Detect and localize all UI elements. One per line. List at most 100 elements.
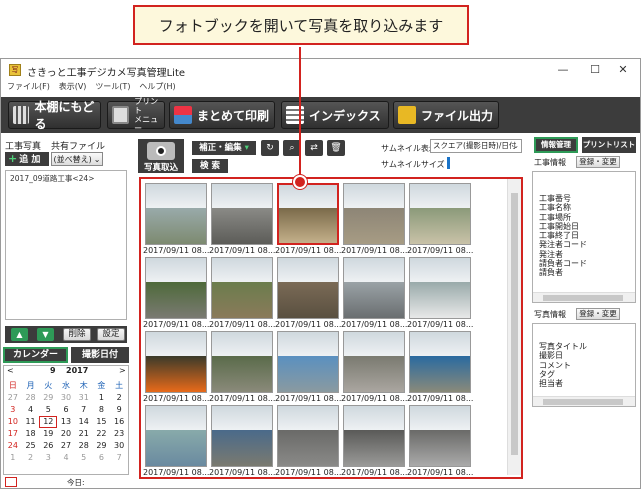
calendar-day[interactable]: 25	[22, 440, 40, 452]
file-output-button[interactable]: ファイル出力	[393, 101, 499, 129]
move-up-button[interactable]: ▲	[11, 328, 28, 341]
print-menu-button[interactable]: プリント メニュー	[107, 97, 165, 133]
index-button[interactable]: インデックス	[281, 101, 389, 129]
folder-node[interactable]: 2017_09道路工事<24>	[10, 173, 95, 184]
calendar-day[interactable]: 15	[93, 416, 111, 428]
horizontal-scrollbar[interactable]	[533, 396, 635, 406]
calendar-day[interactable]: 17	[4, 428, 22, 440]
tab-info-management[interactable]: 情報管理	[534, 137, 578, 153]
calendar-day[interactable]: 27	[4, 392, 22, 404]
import-photos-button[interactable]: 写真取込	[138, 139, 184, 173]
edit-correct-button[interactable]: 補正・編集 ▾	[192, 141, 256, 155]
calendar-day[interactable]: 22	[93, 428, 111, 440]
calendar-day[interactable]: 3	[4, 404, 22, 416]
calendar-day[interactable]: 1	[93, 392, 111, 404]
calendar-day[interactable]: 14	[75, 416, 93, 428]
photo-thumbnail[interactable]	[145, 183, 207, 245]
calendar-day[interactable]: 7	[75, 404, 93, 416]
calendar-day[interactable]: 11	[22, 416, 40, 428]
delete-folder-button[interactable]: 削除	[63, 328, 91, 341]
maximize-button[interactable]: ☐	[581, 62, 609, 78]
photo-thumbnail[interactable]	[277, 257, 339, 319]
calendar-day[interactable]: 12	[39, 416, 58, 428]
next-month-button[interactable]: >	[119, 366, 126, 375]
calendar-day[interactable]: 30	[57, 392, 75, 404]
photo-thumbnail[interactable]	[277, 183, 339, 245]
prev-month-button[interactable]: <	[7, 366, 14, 375]
calendar-day[interactable]: 6	[57, 404, 75, 416]
calendar-day[interactable]: 18	[22, 428, 40, 440]
calendar-day[interactable]: 27	[57, 440, 75, 452]
calendar-day[interactable]: 4	[57, 452, 75, 464]
calendar-day[interactable]: 5	[39, 404, 57, 416]
photo-thumbnail[interactable]	[343, 183, 405, 245]
tab-print-list[interactable]: プリントリスト	[582, 137, 636, 153]
calendar-day[interactable]: 20	[57, 428, 75, 440]
calendar-day[interactable]: 5	[75, 452, 93, 464]
tab-shared-files[interactable]: 共有ファイル	[51, 139, 105, 152]
sort-select[interactable]: (並べ替え) ⌄	[51, 152, 103, 166]
photo-thumbnail[interactable]	[277, 405, 339, 467]
calendar-day[interactable]: 23	[110, 428, 128, 440]
settings-button[interactable]: 設定	[97, 328, 125, 341]
horizontal-scrollbar[interactable]	[533, 292, 635, 302]
calendar-day[interactable]: 10	[4, 416, 22, 428]
batch-print-button[interactable]: まとめて印刷	[169, 101, 275, 129]
calendar-day[interactable]: 31	[75, 392, 93, 404]
calendar-day[interactable]: 2	[110, 392, 128, 404]
tab-calendar[interactable]: カレンダー	[3, 347, 68, 363]
tab-construction-photos[interactable]: 工事写真	[5, 139, 41, 152]
tab-shoot-date[interactable]: 撮影日付	[71, 347, 129, 363]
trash-icon[interactable]: 🗑	[327, 140, 345, 156]
scrollbar-thumb[interactable]	[511, 193, 518, 455]
photo-thumbnail[interactable]	[211, 405, 273, 467]
close-button[interactable]: ✕	[609, 62, 637, 78]
back-to-shelf-button[interactable]: 本棚にもどる	[8, 100, 101, 131]
photo-thumbnail[interactable]	[211, 331, 273, 393]
photo-thumbnail[interactable]	[211, 257, 273, 319]
calendar-day[interactable]: 29	[39, 392, 57, 404]
thumbnail-display-select[interactable]: スクエア(撮影日時)/日付 ⌄	[430, 139, 522, 153]
search-button[interactable]: 検 索	[192, 159, 228, 173]
calendar-day[interactable]: 24	[4, 440, 22, 452]
swap-icon[interactable]: ⇄	[305, 140, 323, 156]
menu-view[interactable]: 表示(V)	[59, 81, 87, 92]
calendar-day[interactable]: 28	[75, 440, 93, 452]
menu-help[interactable]: ヘルプ(H)	[139, 81, 175, 92]
photo-thumbnail[interactable]	[409, 183, 471, 245]
rotate-icon[interactable]: ↻	[261, 140, 279, 156]
calendar-day[interactable]: 28	[22, 392, 40, 404]
calendar-day[interactable]: 16	[110, 416, 128, 428]
thumbnail-size-slider[interactable]	[447, 157, 450, 169]
photo-thumbnail[interactable]	[145, 331, 207, 393]
photo-thumbnail[interactable]	[409, 405, 471, 467]
photo-thumbnail[interactable]	[409, 257, 471, 319]
calendar-day[interactable]: 30	[110, 440, 128, 452]
photo-thumbnail[interactable]	[343, 331, 405, 393]
calendar-day[interactable]: 6	[93, 452, 111, 464]
calendar-day[interactable]: 19	[39, 428, 57, 440]
calendar-day[interactable]: 3	[39, 452, 57, 464]
photo-thumbnail[interactable]	[343, 405, 405, 467]
vertical-scrollbar[interactable]	[507, 179, 521, 475]
calendar-day[interactable]: 7	[110, 452, 128, 464]
calendar-day[interactable]: 29	[93, 440, 111, 452]
photo-thumbnail[interactable]	[277, 331, 339, 393]
calendar-day[interactable]: 9	[110, 404, 128, 416]
minimize-button[interactable]: —	[549, 62, 577, 78]
photo-thumbnail[interactable]	[409, 331, 471, 393]
photo-thumbnail[interactable]	[145, 257, 207, 319]
calendar-day[interactable]: 21	[75, 428, 93, 440]
photo-thumbnail[interactable]	[343, 257, 405, 319]
scrollbar-thumb[interactable]	[543, 399, 623, 405]
photo-thumbnail[interactable]	[211, 183, 273, 245]
photo-register-button[interactable]: 登録・変更	[576, 308, 620, 320]
scrollbar-thumb[interactable]	[543, 295, 623, 301]
menu-tools[interactable]: ツール(T)	[95, 81, 130, 92]
add-button[interactable]: + 追 加	[5, 152, 49, 166]
calendar-day[interactable]: 1	[4, 452, 22, 464]
work-register-button[interactable]: 登録・変更	[576, 156, 620, 168]
menu-file[interactable]: ファイル(F)	[7, 81, 50, 92]
calendar-day[interactable]: 13	[57, 416, 75, 428]
calendar-day[interactable]: 26	[39, 440, 57, 452]
